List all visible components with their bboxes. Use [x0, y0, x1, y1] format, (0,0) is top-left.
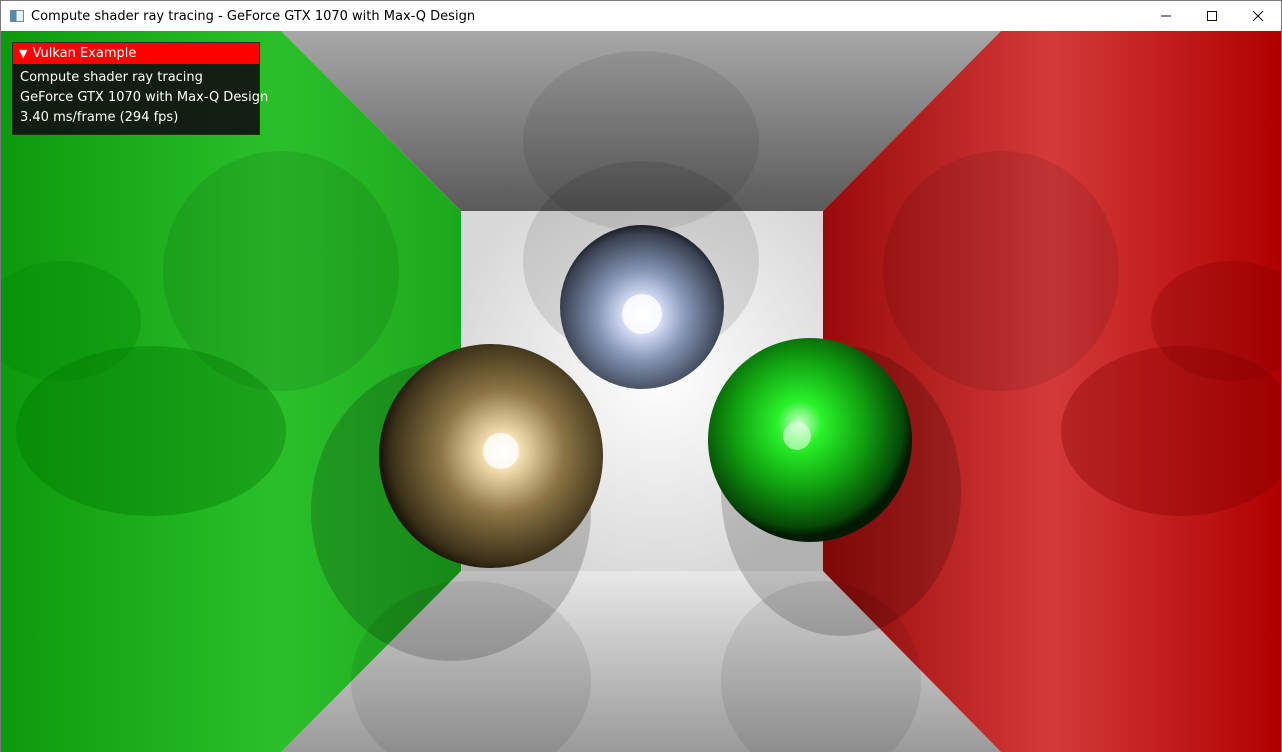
app-icon — [10, 10, 24, 22]
minimize-icon — [1161, 15, 1171, 17]
overlay-header[interactable]: ▼ Vulkan Example — [13, 43, 259, 64]
collapse-arrow-icon[interactable]: ▼ — [19, 47, 27, 60]
ray-traced-scene — [1, 31, 1281, 752]
overlay-body: Compute shader ray tracing GeForce GTX 1… — [13, 64, 269, 132]
maximize-icon — [1207, 11, 1217, 21]
maximize-button[interactable] — [1189, 1, 1235, 31]
imgui-overlay[interactable]: ▼ Vulkan Example Compute shader ray trac… — [12, 42, 269, 135]
minimize-button[interactable] — [1143, 1, 1189, 31]
overlay-line-title: Compute shader ray tracing — [20, 70, 203, 85]
title-bar[interactable]: Compute shader ray tracing - GeForce GTX… — [1, 1, 1281, 31]
window-title: Compute shader ray tracing - GeForce GTX… — [31, 8, 476, 24]
close-button[interactable] — [1235, 1, 1281, 31]
window-controls — [1143, 1, 1281, 31]
overlay-title: Vulkan Example — [32, 46, 137, 61]
app-window: Compute shader ray tracing - GeForce GTX… — [0, 0, 1282, 752]
close-icon — [1252, 10, 1264, 22]
overlay-line-device: GeForce GTX 1070 with Max-Q Design — [20, 90, 269, 105]
overlay-line-frametime: 3.40 ms/frame (294 fps) — [20, 110, 179, 125]
render-viewport[interactable]: ▼ Vulkan Example Compute shader ray trac… — [1, 31, 1281, 752]
